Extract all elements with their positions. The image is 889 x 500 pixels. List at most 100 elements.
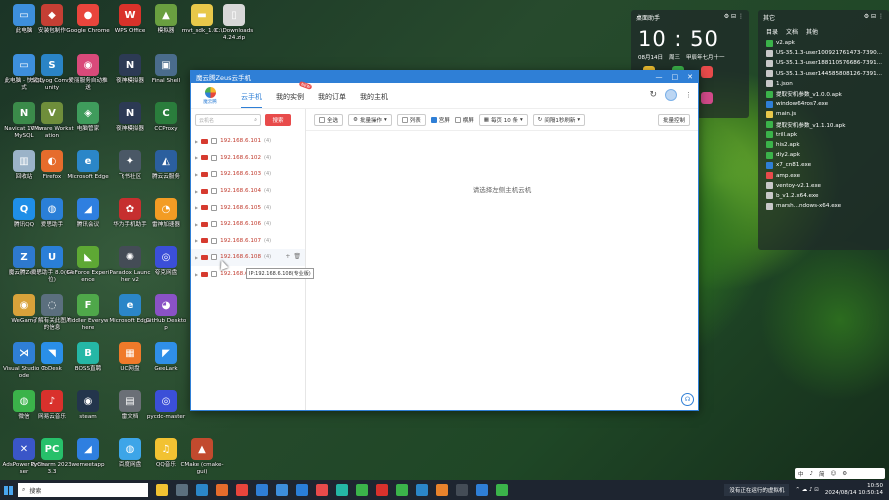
tray-clock[interactable]: 10:50 2024/08/14 10:50:14 xyxy=(825,483,883,497)
taskbar-app-icon[interactable] xyxy=(396,484,408,496)
nav-tab[interactable]: 云手机 xyxy=(241,84,262,108)
file-item[interactable]: main.js xyxy=(758,109,889,119)
device-checkbox[interactable] xyxy=(211,221,218,228)
taskbar-search-input[interactable]: ⌕ 搜索 xyxy=(18,483,148,497)
expand-arrow-icon[interactable]: ▶ xyxy=(195,172,198,177)
close-icon[interactable]: ✕ xyxy=(687,73,693,81)
desktop-icon[interactable]: C CCProxy xyxy=(144,100,188,152)
desktop-icon[interactable]: F Fiddler Everywhere xyxy=(66,292,110,344)
desktop-icon[interactable]: ● Google Chrome xyxy=(66,2,110,54)
taskbar-app-icon[interactable] xyxy=(236,484,248,496)
vm-notify[interactable]: 没有正在运行的虚拟机 xyxy=(724,484,790,496)
file-item[interactable]: trill.apk xyxy=(758,130,889,140)
nav-tab[interactable]: 我的实例 NEW xyxy=(276,80,313,108)
ime-item[interactable]: 简 xyxy=(819,470,825,478)
file-item[interactable]: x7_cn81.exe xyxy=(758,160,889,170)
device-row[interactable]: ▶ 192.168.6.107 (4) xyxy=(191,233,305,250)
desktop-icon[interactable]: ▯ C:\Downloads 4.24.zip xyxy=(212,2,256,54)
device-row[interactable]: ▶ 192.168.6.103 (4) xyxy=(191,166,305,183)
files-tab[interactable]: 文档 xyxy=(786,27,798,36)
ime-item[interactable]: ⚙ xyxy=(842,471,847,477)
taskbar-app-icon[interactable] xyxy=(156,484,168,496)
taskbar-app-icon[interactable] xyxy=(456,484,468,496)
add-icon[interactable]: + xyxy=(285,253,290,260)
desktop-icon[interactable]: ◢ 腾讯会议 xyxy=(66,196,110,248)
expand-arrow-icon[interactable]: ▶ xyxy=(195,189,198,194)
files-tab[interactable]: 目录 xyxy=(766,27,778,36)
device-checkbox[interactable] xyxy=(211,204,218,211)
window-titlebar[interactable]: 魔云腾Zeus云手机 — □ ✕ xyxy=(191,71,698,83)
expand-arrow-icon[interactable]: ▶ xyxy=(195,272,198,277)
taskbar-app-icon[interactable] xyxy=(316,484,328,496)
maximize-icon[interactable]: □ xyxy=(672,73,679,81)
desktop-icon[interactable]: ▣ Final Shell xyxy=(144,52,188,104)
expand-arrow-icon[interactable]: ▶ xyxy=(195,222,198,227)
device-row[interactable]: ▶ 192.168.6.106 (4) xyxy=(191,216,305,233)
taskbar-app-icon[interactable] xyxy=(436,484,448,496)
file-item[interactable]: his2.apk xyxy=(758,140,889,150)
widget-controls-icon[interactable]: ⚙ ⊟ ⋮ xyxy=(864,13,884,22)
desktop-icon[interactable]: B BOSS直聘 xyxy=(66,340,110,392)
file-item[interactable]: ventoy-v2.1.exe xyxy=(758,181,889,191)
file-item[interactable]: amp.exe xyxy=(758,170,889,180)
more-icon[interactable]: ⋮ xyxy=(685,91,692,99)
view-grid-checkbox[interactable]: 宫屏 xyxy=(430,114,450,126)
file-item[interactable]: window64ros7.exe xyxy=(758,99,889,109)
avatar[interactable] xyxy=(665,89,677,101)
device-checkbox[interactable] xyxy=(211,154,218,161)
file-item[interactable]: b_v1.2.x64.exe xyxy=(758,191,889,201)
expand-arrow-icon[interactable]: ▶ xyxy=(195,155,198,160)
device-checkbox[interactable] xyxy=(211,254,218,261)
desktop-icon[interactable]: ◉ 爱丽服务自动推送 xyxy=(66,52,110,104)
device-checkbox[interactable] xyxy=(211,188,218,195)
taskbar-app-icon[interactable] xyxy=(256,484,268,496)
desktop-icon[interactable]: ◣ GeForce Experience xyxy=(66,244,110,296)
expand-arrow-icon[interactable]: ▶ xyxy=(195,255,198,260)
desktop-icon[interactable]: ◔ 雷神加速器 xyxy=(144,196,188,248)
taskbar-app-icon[interactable] xyxy=(356,484,368,496)
taskbar-app-icon[interactable] xyxy=(176,484,188,496)
device-checkbox[interactable] xyxy=(211,271,218,278)
desktop-icon[interactable]: e Microsoft Edge xyxy=(66,148,110,200)
per-page-select[interactable]: ▦ 每页 10 条 ▾ xyxy=(478,113,528,126)
batch-ops-dropdown[interactable]: ⚙ 批量操作 ▾ xyxy=(348,113,392,126)
view-wide-checkbox[interactable]: 横屏 xyxy=(454,114,474,126)
search-input[interactable]: 云机名 ⌕ xyxy=(195,114,261,126)
taskbar-app-icon[interactable] xyxy=(196,484,208,496)
taskbar-app-icon[interactable] xyxy=(276,484,288,496)
device-checkbox[interactable] xyxy=(211,138,218,145)
nav-tab[interactable]: 我的主机 xyxy=(360,84,388,108)
minimize-icon[interactable]: — xyxy=(656,73,663,81)
taskbar-app-icon[interactable] xyxy=(216,484,228,496)
taskbar-app-icon[interactable] xyxy=(496,484,508,496)
taskbar-app-icon[interactable] xyxy=(376,484,388,496)
device-row[interactable]: ▶ 192.168.6.101 (4) xyxy=(191,133,305,150)
device-row[interactable]: ▶ 192.168.6.102 (4) xyxy=(191,150,305,167)
desktop-icon[interactable]: ◈ 电脑管家 xyxy=(66,100,110,152)
desktop-icon[interactable]: ◤ GeeLark xyxy=(144,340,188,392)
files-tab[interactable]: 其他 xyxy=(806,27,818,36)
file-item[interactable]: diy2.apk xyxy=(758,150,889,160)
delete-icon[interactable]: 🗑 xyxy=(293,253,301,260)
taskbar-app-icon[interactable] xyxy=(336,484,348,496)
file-item[interactable]: v2.apk xyxy=(758,38,889,48)
file-item[interactable]: US-35.1.3-user188110576686-7391... xyxy=(758,58,889,68)
device-row[interactable]: ▶ 192.168.6.105 (4) xyxy=(191,199,305,216)
taskbar-app-icon[interactable] xyxy=(476,484,488,496)
file-item[interactable]: US-35.1.3-user100921761473-7390... xyxy=(758,48,889,58)
search-button[interactable]: 搜索 xyxy=(265,114,291,126)
desktop-icon[interactable]: ◉ steam xyxy=(66,388,110,440)
file-item[interactable]: 提取安机参数_v1.1.10.apk xyxy=(758,120,889,130)
device-checkbox[interactable] xyxy=(211,237,218,244)
tray-icons[interactable]: ⌃ ☁ ♪ ⊡ xyxy=(795,487,818,493)
ime-item[interactable]: 中 xyxy=(798,470,804,478)
ime-item[interactable]: ☺ xyxy=(831,471,837,477)
expand-arrow-icon[interactable]: ▶ xyxy=(195,238,198,243)
support-icon[interactable]: ☊ xyxy=(681,393,694,406)
desktop-icon[interactable]: ◎ 夸克网盘 xyxy=(144,244,188,296)
device-row[interactable]: ▶ 192.168.6.108 (4) + 🗑 xyxy=(191,249,305,266)
refresh-icon[interactable]: ↻ xyxy=(649,90,657,100)
desktop-icon[interactable]: ◕ GitHub Desktop xyxy=(144,292,188,344)
taskbar-app-icon[interactable] xyxy=(416,484,428,496)
file-item[interactable]: US-35.1.3-user144585808126-7391... xyxy=(758,69,889,79)
